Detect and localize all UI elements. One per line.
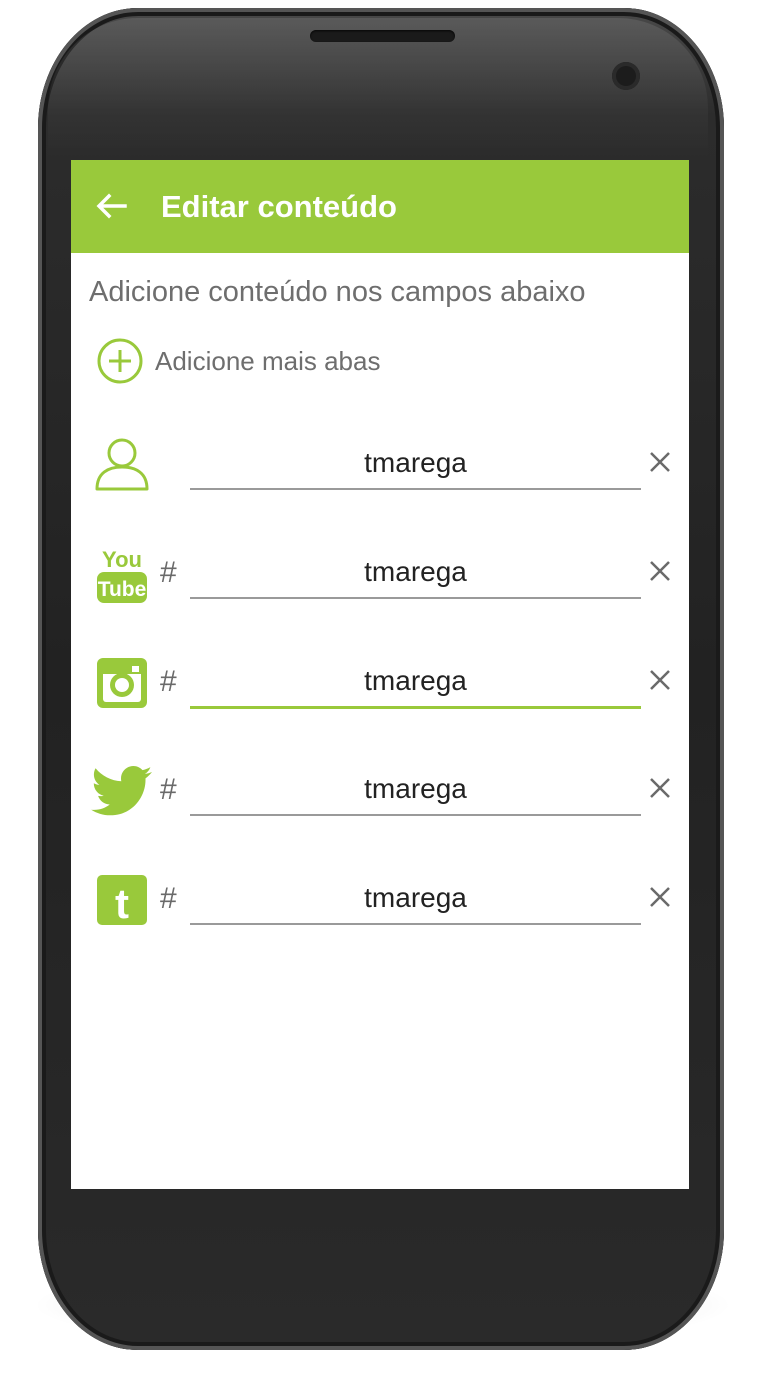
add-tabs-button[interactable]: Adicione mais abas	[97, 338, 380, 384]
instagram-icon	[91, 652, 153, 714]
phone-speaker	[310, 30, 455, 42]
page-title: Editar conteúdo	[161, 189, 397, 224]
clear-button[interactable]	[646, 666, 674, 694]
twitter-icon	[91, 760, 153, 822]
close-icon	[650, 887, 670, 907]
field-row-instagram: #	[71, 644, 689, 724]
clear-button[interactable]	[646, 448, 674, 476]
user-icon	[91, 434, 153, 496]
close-icon	[650, 670, 670, 690]
svg-text:t: t	[115, 880, 129, 926]
app-bar: Editar conteúdo	[71, 160, 689, 253]
close-icon	[650, 778, 670, 798]
app-screen: Editar conteúdo Adicione conteúdo nos ca…	[71, 160, 689, 1189]
tumblr-icon: t	[91, 869, 153, 931]
tumblr-input[interactable]	[190, 873, 641, 925]
close-icon	[650, 561, 670, 581]
add-tabs-label: Adicione mais abas	[155, 345, 381, 376]
hash-prefix: #	[160, 556, 177, 589]
hash-prefix: #	[160, 665, 177, 698]
instructions-text: Adicione conteúdo nos campos abaixo	[89, 276, 586, 308]
clear-button[interactable]	[646, 883, 674, 911]
twitter-input[interactable]	[190, 764, 641, 816]
svg-text:You: You	[102, 547, 142, 572]
arrow-back-icon	[96, 193, 127, 219]
field-row-tumblr: t #	[71, 861, 689, 941]
svg-text:Tube: Tube	[98, 578, 147, 601]
close-icon	[650, 452, 670, 472]
field-row-youtube: You Tube #	[71, 535, 689, 615]
field-row-user	[71, 426, 689, 506]
hash-prefix: #	[160, 773, 177, 806]
hash-prefix: #	[160, 882, 177, 915]
youtube-icon: You Tube	[91, 543, 153, 605]
clear-button[interactable]	[646, 557, 674, 585]
instagram-input[interactable]	[190, 656, 641, 709]
field-row-twitter: #	[71, 752, 689, 832]
username-input[interactable]	[190, 438, 641, 490]
back-button[interactable]	[93, 188, 129, 224]
add-circle-icon	[97, 338, 143, 384]
front-camera	[612, 62, 640, 90]
clear-button[interactable]	[646, 774, 674, 802]
youtube-input[interactable]	[190, 547, 641, 599]
